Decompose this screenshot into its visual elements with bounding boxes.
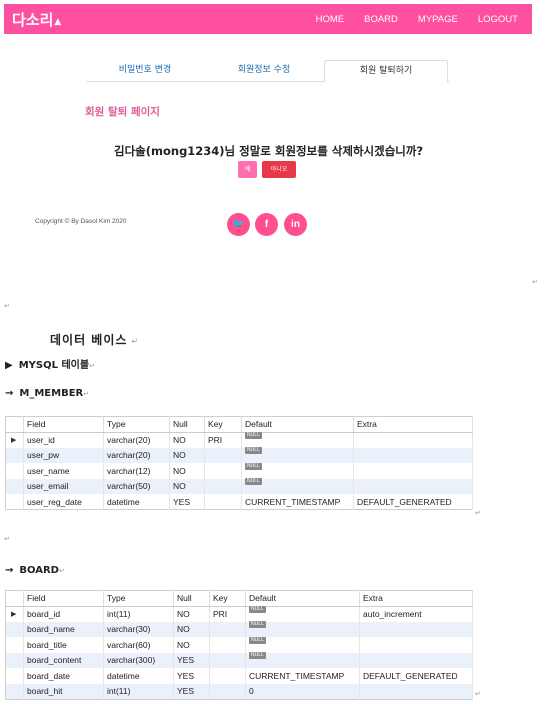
nav-mypage-link[interactable]: MYPAGE: [418, 14, 458, 25]
table-row[interactable]: board_hit int(11) YES 0: [5, 683, 473, 699]
withdraw-confirm-question: 김다솔(mong1234)님 정말로 회원정보를 삭제하시겠습니까?: [114, 144, 424, 158]
column-header: Null: [169, 416, 205, 433]
column-header: Key: [204, 416, 242, 433]
board-table: Field Type Null Key Default Extra ▶ boar…: [5, 590, 473, 700]
table-row[interactable]: board_content varchar(300) YES NULL: [5, 652, 473, 668]
column-header: Default: [241, 416, 354, 433]
table-row[interactable]: board_date datetime YES CURRENT_TIMESTAM…: [5, 668, 473, 684]
yes-button[interactable]: 예: [238, 161, 257, 178]
column-header: Type: [103, 416, 170, 433]
null-badge: NULL: [249, 606, 266, 613]
table-row[interactable]: board_title varchar(60) NO NULL: [5, 636, 473, 653]
paragraph-mark: ↵: [59, 567, 65, 575]
cursor-icon: ▲: [54, 17, 62, 27]
mysql-heading-text: MYSQL 테이블: [18, 360, 90, 371]
null-badge: NULL: [245, 478, 262, 486]
table-row[interactable]: ▶ board_id int(11) NO PRI NULL auto_incr…: [5, 606, 473, 622]
linkedin-icon[interactable]: in: [284, 213, 307, 236]
board-heading-text: BOARD: [19, 565, 59, 576]
top-navbar: 다소리 ▲ HOME BOARD MYPAGE LOGOUT: [4, 4, 532, 34]
paragraph-mark: ↵: [4, 535, 10, 543]
member-table: Field Type Null Key Default Extra ▶ user…: [5, 416, 473, 510]
column-header: Key: [209, 590, 246, 607]
copyright-text: Copyright © By Dasol Kim 2020: [35, 218, 127, 225]
withdraw-page-title: 회원 탈퇴 페이지: [85, 106, 160, 118]
column-header: Extra: [353, 416, 473, 433]
triangle-bullet-icon: ▶: [5, 360, 13, 371]
arrow-icon: →: [5, 388, 14, 399]
column-header: Field: [23, 590, 104, 607]
member-heading-text: M_MEMBER: [19, 388, 84, 399]
table-row[interactable]: ▶ user_id varchar(20) NO PRI NULL: [5, 432, 473, 448]
board-table-heading: → BOARD↵: [5, 565, 65, 576]
table-row[interactable]: user_email varchar(50) NO NULL: [5, 478, 473, 494]
paragraph-mark: ↵: [131, 337, 140, 346]
table-row[interactable]: board_name varchar(30) NO NULL: [5, 621, 473, 637]
nav-home-link[interactable]: HOME: [316, 14, 345, 25]
column-header: Field: [23, 416, 104, 433]
no-button[interactable]: 아니오: [262, 161, 296, 178]
null-badge: NULL: [249, 621, 266, 629]
mysql-table-heading: ▶ MYSQL 테이블↵: [5, 356, 95, 371]
paragraph-mark: ↵: [475, 690, 481, 698]
facebook-icon[interactable]: f: [255, 213, 278, 236]
logo-text: 다소리: [12, 10, 54, 29]
column-header: Default: [245, 590, 360, 607]
member-table-heading: → M_MEMBER↵: [5, 388, 89, 399]
paragraph-mark: ↵: [475, 509, 481, 517]
mypage-tabs: 비밀번호 변경 회원정보 수정 회원 탈퇴하기: [86, 60, 450, 83]
column-header: Null: [173, 590, 210, 607]
null-badge: NULL: [249, 652, 266, 660]
tab-withdraw[interactable]: 회원 탈퇴하기: [324, 60, 448, 83]
paragraph-mark: ↵: [83, 390, 90, 398]
table-header-row: Field Type Null Key Default Extra: [5, 590, 473, 607]
nav-logout-link[interactable]: LOGOUT: [478, 14, 518, 25]
column-header: Extra: [359, 590, 473, 607]
null-badge: NULL: [245, 447, 262, 455]
arrow-icon: →: [5, 565, 14, 576]
row-pointer-icon: ▶: [5, 432, 24, 448]
paragraph-mark: ↵: [89, 362, 95, 370]
table-row[interactable]: user_reg_date datetime YES CURRENT_TIMES…: [5, 494, 473, 510]
paragraph-mark: ↵: [4, 302, 10, 310]
table-row[interactable]: user_name varchar(12) NO NULL: [5, 462, 473, 479]
column-header: Type: [103, 590, 174, 607]
tab-edit-profile[interactable]: 회원정보 수정: [204, 60, 324, 81]
nav-board-link[interactable]: BOARD: [364, 14, 398, 25]
database-heading: 데이터 베이스 ↵: [50, 331, 139, 348]
null-badge: NULL: [249, 636, 266, 644]
database-heading-text: 데이터 베이스: [50, 333, 128, 347]
null-badge: NULL: [245, 462, 262, 470]
tab-change-password[interactable]: 비밀번호 변경: [86, 60, 204, 81]
paragraph-mark: ↵: [532, 278, 538, 286]
table-header-row: Field Type Null Key Default Extra: [5, 416, 473, 433]
table-row[interactable]: user_pw varchar(20) NO NULL: [5, 447, 473, 463]
null-badge: NULL: [245, 432, 262, 439]
site-logo[interactable]: 다소리 ▲: [12, 9, 61, 30]
row-pointer-icon: ▶: [5, 606, 24, 622]
twitter-icon[interactable]: 🐦: [227, 213, 250, 236]
